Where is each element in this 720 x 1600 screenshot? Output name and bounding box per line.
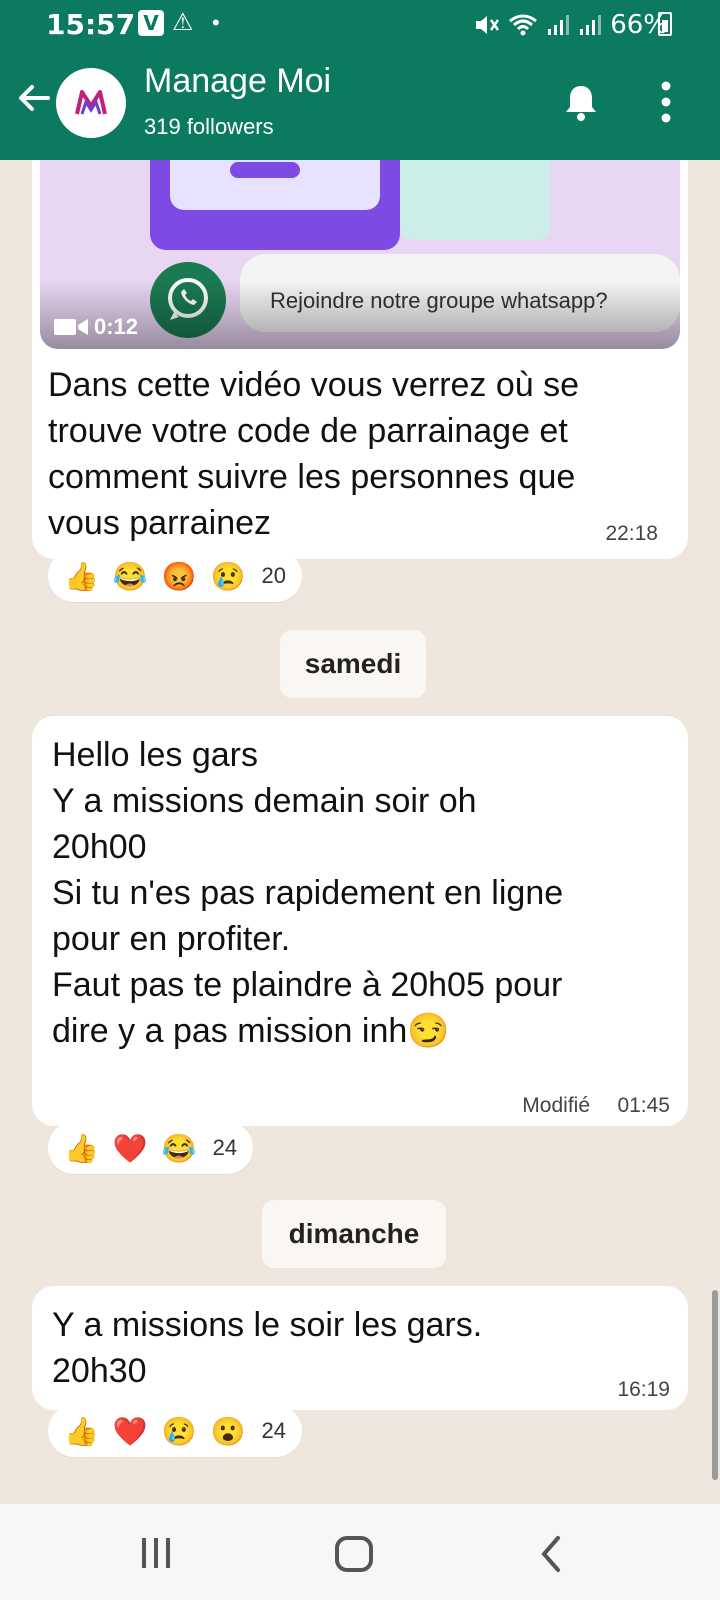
- reaction-emoji: 👍: [64, 560, 99, 592]
- channel-avatar[interactable]: [56, 68, 126, 138]
- reaction-emoji: 😢: [210, 560, 246, 592]
- notification-dot-icon: •: [212, 10, 220, 35]
- video-camera-icon: [54, 319, 88, 335]
- reaction-emoji: 👍: [64, 1132, 99, 1164]
- system-nav-bar: [0, 1504, 720, 1600]
- reaction-emoji: ❤️: [112, 1132, 148, 1164]
- message-time: 16:19: [617, 1378, 670, 1401]
- reaction-emoji: 😂: [161, 1132, 197, 1164]
- home-icon[interactable]: [334, 1534, 374, 1574]
- back-arrow-icon[interactable]: [14, 78, 54, 118]
- warning-icon: ⚠: [172, 9, 194, 36]
- reaction-emoji: ❤️: [112, 1415, 148, 1447]
- reaction-emoji: 👍: [64, 1415, 99, 1447]
- status-right-group: 66%: [474, 10, 668, 40]
- date-separator: dimanche: [262, 1200, 446, 1268]
- channel-logo-icon: [75, 90, 107, 115]
- video-cube-graphic: [400, 160, 550, 240]
- message-text: Hello les gars Y a missions demain soir …: [52, 736, 564, 1050]
- video-duration: 0:12: [54, 314, 138, 340]
- back-nav-icon[interactable]: [536, 1534, 566, 1574]
- reactions-bar[interactable]: 👍 😂 😡 😢 20: [48, 550, 302, 602]
- reaction-emoji: 😮: [210, 1415, 246, 1447]
- notification-app-icon: V: [138, 10, 164, 36]
- reaction-count: 24: [261, 1418, 286, 1443]
- message-bubble[interactable]: Y a missions le soir les gars. 20h30 16:…: [32, 1286, 688, 1410]
- edited-label: Modifié: [522, 1094, 590, 1117]
- reaction-emoji: 😂: [112, 560, 148, 592]
- bell-icon[interactable]: [563, 82, 599, 122]
- more-options-icon[interactable]: [660, 80, 672, 124]
- status-bar: 15:57 V ⚠ • 66%: [0, 0, 720, 50]
- reaction-emoji: 😡: [161, 560, 197, 592]
- app-bar: Manage Moi 319 followers: [0, 52, 720, 160]
- top-header: 15:57 V ⚠ • 66% Manage Moi 319 followers: [0, 0, 720, 160]
- reactions-bar[interactable]: 👍 ❤️ 😂 24: [48, 1122, 254, 1174]
- channel-name[interactable]: Manage Moi: [144, 62, 331, 101]
- mute-icon: [476, 16, 500, 34]
- message-text: Dans cette vidéo vous verrez où se trouv…: [48, 366, 580, 542]
- signal-icon: [548, 15, 570, 35]
- wifi-icon: [509, 14, 538, 36]
- battery-icon: [658, 12, 672, 36]
- followers-count: 319 followers: [144, 114, 274, 139]
- recent-apps-icon[interactable]: [138, 1534, 174, 1574]
- signal-icon-2: [580, 15, 602, 35]
- message-time: 22:18: [605, 522, 658, 545]
- date-separator: samedi: [280, 630, 426, 698]
- status-time: 15:57: [46, 8, 136, 41]
- reactions-bar[interactable]: 👍 ❤️ 😢 😮 24: [48, 1405, 302, 1457]
- video-phone-graphic: [150, 160, 400, 250]
- reaction-count: 20: [261, 563, 286, 588]
- reaction-count: 24: [212, 1135, 238, 1160]
- message-text: Y a missions le soir les gars. 20h30: [52, 1306, 483, 1390]
- chat-area[interactable]: Rejoindre notre groupe whatsapp? 0:12 Da…: [0, 160, 720, 1504]
- video-thumbnail[interactable]: Rejoindre notre groupe whatsapp? 0:12: [40, 160, 680, 349]
- message-time: 01:45: [617, 1094, 670, 1117]
- reaction-emoji: 😢: [161, 1415, 197, 1447]
- scrollbar[interactable]: [712, 1290, 718, 1480]
- message-bubble[interactable]: Hello les gars Y a missions demain soir …: [32, 716, 688, 1126]
